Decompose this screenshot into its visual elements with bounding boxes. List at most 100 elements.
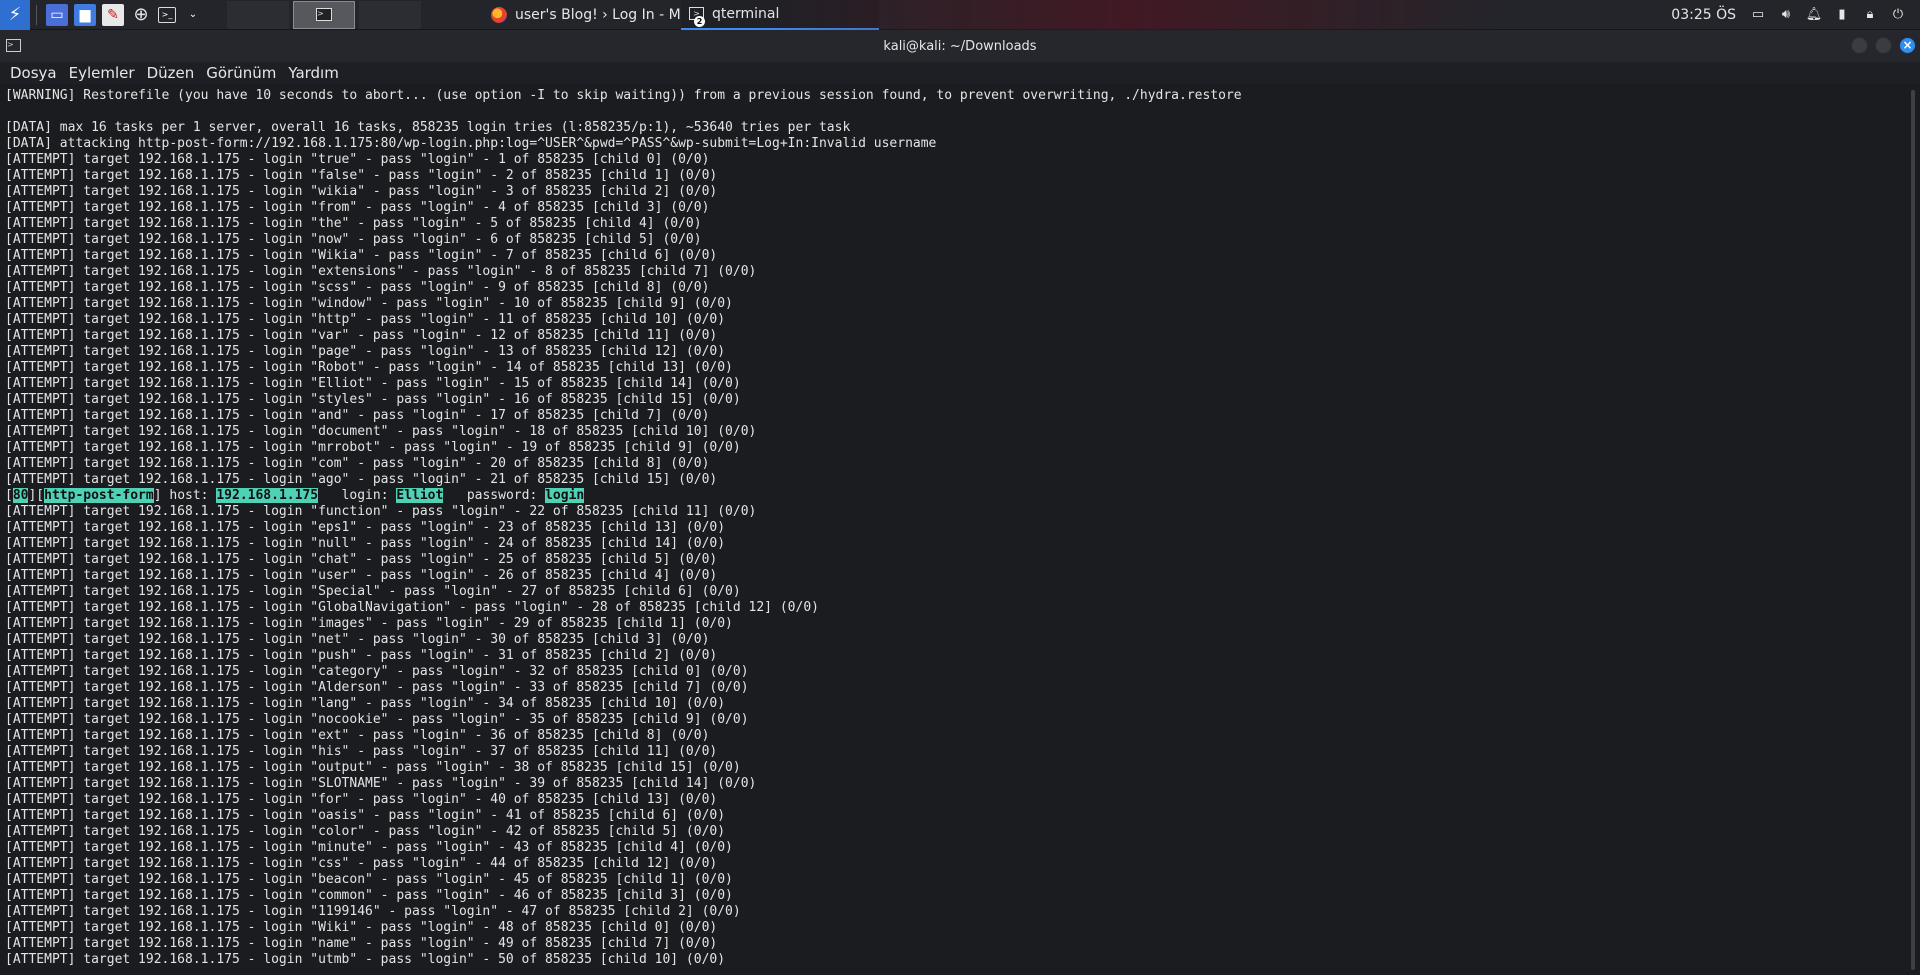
workspace-3[interactable] [359, 0, 421, 29]
terminal-launcher-icon[interactable]: >_ [158, 6, 176, 23]
terminal-line: [ATTEMPT] target 192.168.1.175 - login "… [5, 392, 741, 407]
terminal-line: [ATTEMPT] target 192.168.1.175 - login "… [5, 232, 702, 247]
task-label: qterminal [712, 5, 780, 22]
web-browser-icon[interactable]: ⊕ [130, 4, 152, 26]
task-qterminal[interactable]: >2 qterminal [681, 0, 879, 30]
terminal-line: [ATTEMPT] target 192.168.1.175 - login "… [5, 408, 710, 423]
terminal-line: [ATTEMPT] target 192.168.1.175 - login "… [5, 456, 710, 471]
workspace-1[interactable] [227, 0, 289, 29]
terminal-line: [ATTEMPT] target 192.168.1.175 - login "… [5, 936, 718, 951]
notification-bell-icon[interactable]: 🔔︎ [1803, 4, 1825, 26]
terminal-line: [ATTEMPT] target 192.168.1.175 - login "… [5, 296, 733, 311]
result-host-label: host: [169, 488, 209, 503]
terminal-line: [ATTEMPT] target 192.168.1.175 - login "… [5, 712, 749, 727]
result-login: Elliot [396, 488, 444, 503]
clock[interactable]: 03:25 ÖS [1671, 7, 1736, 23]
terminal-line: [ATTEMPT] target 192.168.1.175 - login "… [5, 376, 741, 391]
terminal-line: [ATTEMPT] target 192.168.1.175 - login "… [5, 568, 718, 583]
show-desktop-icon[interactable]: ▭ [46, 3, 68, 26]
terminal-line: [ATTEMPT] target 192.168.1.175 - login "… [5, 616, 733, 631]
minimize-button[interactable] [1851, 37, 1868, 54]
terminal-line: [ATTEMPT] target 192.168.1.175 - login "… [5, 584, 741, 599]
terminal-line: [ATTEMPT] target 192.168.1.175 - login "… [5, 200, 710, 215]
firefox-icon [491, 6, 507, 23]
terminal-line: [ATTEMPT] target 192.168.1.175 - login "… [5, 904, 741, 919]
terminal-line: [ATTEMPT] target 192.168.1.175 - login "… [5, 840, 733, 855]
terminal-line: [DATA] max 16 tasks per 1 server, overal… [5, 120, 851, 135]
terminal-line: [ATTEMPT] target 192.168.1.175 - login "… [5, 760, 741, 775]
terminal-line: [ATTEMPT] target 192.168.1.175 - login "… [5, 696, 726, 711]
close-icon: × [1902, 38, 1913, 52]
terminal-line: [ATTEMPT] target 192.168.1.175 - login "… [5, 360, 733, 375]
terminal-line: [ATTEMPT] target 192.168.1.175 - login "… [5, 856, 718, 871]
lock-icon[interactable]: 🔒︎ [1859, 4, 1881, 26]
window-title: kali@kali: ~/Downloads [883, 38, 1037, 54]
terminal-line: [ATTEMPT] target 192.168.1.175 - login "… [5, 328, 718, 343]
kali-menu-icon[interactable]: ⚡ [0, 0, 30, 30]
terminal-line: [DATA] attacking http-post-form://192.16… [5, 136, 937, 151]
taskbar: ⚡ ▭ ▆ ✎ ⊕ >_ ⌄ > user's Blog! › Log In -… [0, 0, 1920, 30]
workspace-switcher: > [225, 0, 423, 30]
terminal-line: [ATTEMPT] target 192.168.1.175 - login "… [5, 776, 757, 791]
file-manager-icon[interactable]: ▆ [74, 3, 96, 26]
terminal-lines-after: [ATTEMPT] target 192.168.1.175 - login "… [0, 504, 1906, 968]
terminal-window-icon[interactable]: > [6, 39, 21, 52]
window-titlebar[interactable]: > kali@kali: ~/Downloads × [0, 30, 1920, 62]
menu-bar: Dosya Eylemler Düzen Görünüm Yardım [0, 62, 1920, 84]
battery-icon[interactable]: ▮ [1831, 4, 1853, 26]
close-button[interactable]: × [1899, 37, 1916, 54]
terminal-line: [ATTEMPT] target 192.168.1.175 - login "… [5, 648, 718, 663]
terminal-line: [ATTEMPT] target 192.168.1.175 - login "… [5, 728, 710, 743]
terminal-line: [ATTEMPT] target 192.168.1.175 - login "… [5, 808, 726, 823]
terminal-line: [ATTEMPT] target 192.168.1.175 - login "… [5, 632, 710, 647]
terminal-scrollbar[interactable] [1906, 88, 1920, 975]
menu-help[interactable]: Yardım [282, 64, 345, 82]
task-firefox[interactable]: user's Blog! › Log In - M... [483, 0, 681, 30]
text-editor-icon[interactable]: ✎ [102, 3, 124, 26]
terminal-line: [ATTEMPT] target 192.168.1.175 - login "… [5, 152, 710, 167]
terminal-line: [ATTEMPT] target 192.168.1.175 - login "… [5, 184, 718, 199]
terminal-line: [ATTEMPT] target 192.168.1.175 - login "… [5, 792, 718, 807]
terminal-line: [ATTEMPT] target 192.168.1.175 - login "… [5, 744, 718, 759]
result-password: login [545, 488, 585, 503]
terminal-line: [ATTEMPT] target 192.168.1.175 - login "… [5, 504, 757, 519]
terminal-line: [ATTEMPT] target 192.168.1.175 - login "… [5, 280, 710, 295]
menu-edit[interactable]: Düzen [141, 64, 201, 82]
menu-view[interactable]: Görünüm [200, 64, 282, 82]
display-icon[interactable]: ▭ [1747, 4, 1769, 26]
volume-icon[interactable]: 🔊︎ [1775, 4, 1797, 26]
terminal-lines-before: [WARNING] Restorefile (you have 10 secon… [0, 88, 1906, 488]
result-password-label: password: [466, 488, 538, 503]
terminal-icon: >2 [689, 7, 705, 27]
terminal-line: [ATTEMPT] target 192.168.1.175 - login "… [5, 168, 718, 183]
hydra-success-line: [80][http-post-form] host: 192.168.1.175… [5, 488, 585, 503]
terminal-line: [ATTEMPT] target 192.168.1.175 - login "… [5, 472, 718, 487]
task-label: user's Blog! › Log In - M... [515, 6, 681, 23]
window-count-badge: 2 [694, 16, 705, 27]
terminal-line: [ATTEMPT] target 192.168.1.175 - login "… [5, 600, 819, 615]
terminal-line: [ATTEMPT] target 192.168.1.175 - login "… [5, 888, 733, 903]
task-list: user's Blog! › Log In - M... >2 qtermina… [483, 0, 879, 30]
taskbar-separator [36, 4, 37, 25]
workspace-2[interactable]: > [293, 0, 355, 29]
terminal-line: [ATTEMPT] target 192.168.1.175 - login "… [5, 920, 718, 935]
maximize-button[interactable] [1875, 37, 1892, 54]
result-service: http-post-form [44, 488, 154, 503]
terminal-line: [ATTEMPT] target 192.168.1.175 - login "… [5, 424, 757, 439]
menu-file[interactable]: Dosya [4, 64, 63, 82]
terminal-line: [ATTEMPT] target 192.168.1.175 - login "… [5, 552, 718, 567]
result-host: 192.168.1.175 [216, 488, 319, 503]
terminal-line: [ATTEMPT] target 192.168.1.175 - login "… [5, 344, 726, 359]
result-port: 80 [12, 488, 29, 503]
terminal-output[interactable]: [WARNING] Restorefile (you have 10 secon… [0, 88, 1906, 975]
terminal-line: [ATTEMPT] target 192.168.1.175 - login "… [5, 872, 733, 887]
terminal-line: [ATTEMPT] target 192.168.1.175 - login "… [5, 264, 757, 279]
menu-actions[interactable]: Eylemler [63, 64, 141, 82]
terminal-line: [ATTEMPT] target 192.168.1.175 - login "… [5, 536, 726, 551]
power-icon[interactable]: ⏻ [1887, 4, 1909, 26]
chevron-down-icon[interactable]: ⌄ [182, 4, 204, 26]
terminal-line: [ATTEMPT] target 192.168.1.175 - login "… [5, 216, 702, 231]
terminal-line: [WARNING] Restorefile (you have 10 secon… [5, 88, 1242, 103]
scrollbar-thumb[interactable] [1911, 90, 1915, 970]
